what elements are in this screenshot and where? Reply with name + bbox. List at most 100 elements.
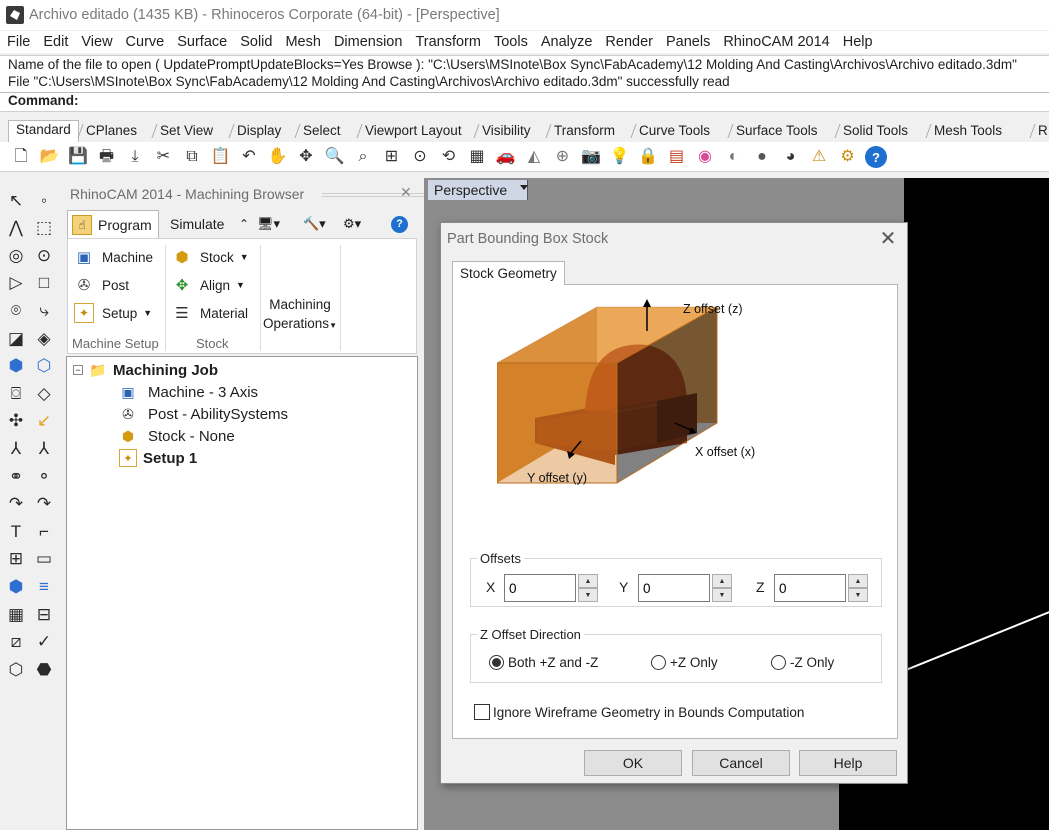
paste-icon[interactable]: 📋 — [210, 146, 232, 168]
x-offset-down-icon[interactable]: ▼ — [578, 588, 598, 602]
analyze-icon[interactable]: ⧄ — [4, 630, 28, 654]
pan-hand-icon[interactable]: ✋ — [267, 146, 289, 168]
mirror-icon[interactable]: ▭ — [32, 547, 56, 571]
circle-icon[interactable]: ◎ — [4, 243, 28, 267]
menu-help[interactable]: Help — [836, 34, 879, 50]
dialog-close-icon[interactable]: ✕ — [877, 226, 899, 251]
menu-rhinocam-2014[interactable]: RhinoCAM 2014 — [716, 34, 835, 50]
menu-transform[interactable]: Transform — [408, 34, 487, 50]
radio-plus-z[interactable]: +Z Only — [651, 655, 718, 670]
render-settings-icon[interactable]: ⚠ — [808, 146, 830, 168]
command-prompt[interactable]: Command: — [8, 92, 1049, 109]
toolbar-tab-solid-tools[interactable]: Solid Tools — [843, 122, 908, 142]
select-arrow-icon[interactable]: ↖ — [4, 188, 28, 212]
construction-plane-icon[interactable]: ⊕ — [552, 146, 574, 168]
print-icon[interactable]: 🖶 — [96, 146, 118, 168]
chamfer-icon[interactable]: ↷ — [32, 492, 56, 516]
menu-render[interactable]: Render — [598, 34, 659, 50]
zoom-selected-icon[interactable]: ⊙ — [409, 146, 431, 168]
browser-display-icon[interactable]: 🖥▾ — [257, 210, 280, 238]
shaded-icon[interactable]: ● — [751, 146, 773, 168]
x-offset-input[interactable] — [504, 574, 576, 602]
menu-curve[interactable]: Curve — [119, 34, 171, 50]
point-icon[interactable]: ◦ — [32, 188, 56, 212]
gear-icon[interactable]: ✣ — [4, 409, 28, 433]
post-button[interactable]: ✇ Post — [74, 275, 129, 295]
copy-icon[interactable]: ⧉ — [181, 146, 203, 168]
align-button[interactable]: ✥ Align ▼ — [172, 275, 245, 295]
help-icon[interactable]: ? — [865, 146, 887, 168]
tree-item-machine[interactable]: ▣ Machine - 3 Axis — [119, 383, 258, 401]
menu-view[interactable]: View — [74, 34, 118, 50]
y-offset-down-icon[interactable]: ▼ — [712, 588, 732, 602]
network-surface-icon[interactable]: ◈ — [32, 326, 56, 350]
menu-solid[interactable]: Solid — [233, 34, 278, 50]
ellipse-icon[interactable]: ⊙ — [32, 243, 56, 267]
menu-surface[interactable]: Surface — [170, 34, 233, 50]
zoom-extents-icon[interactable]: ⊞ — [381, 146, 403, 168]
mesh-icon[interactable]: ⬡ — [4, 657, 28, 681]
setup-button[interactable]: ✦ Setup ▼ — [74, 303, 152, 323]
y-offset-input[interactable] — [638, 574, 710, 602]
toolbar-tab-select[interactable]: Select — [303, 122, 341, 142]
radio-both-z[interactable]: Both +Z and -Z — [489, 655, 598, 670]
toolbar-tab-r[interactable]: R — [1038, 122, 1048, 142]
z-offset-up-icon[interactable]: ▲ — [848, 574, 868, 588]
tab-program[interactable]: ☝ Program — [67, 210, 159, 238]
undo-icon[interactable]: ↶ — [238, 146, 260, 168]
radio-plus-z-dot[interactable] — [651, 655, 666, 670]
cut-icon[interactable]: ✂ — [153, 146, 175, 168]
machine-button[interactable]: ▣ Machine — [74, 247, 153, 267]
cylinder-icon[interactable]: ⌼ — [4, 381, 28, 405]
undo-view-icon[interactable]: ⟲ — [438, 146, 460, 168]
polyline-icon[interactable]: ⋀ — [4, 216, 28, 240]
menu-dimension[interactable]: Dimension — [327, 34, 409, 50]
toolbar-tab-curve-tools[interactable]: Curve Tools — [639, 122, 710, 142]
stock-button[interactable]: ⬢ Stock ▼ — [172, 247, 248, 267]
rectangle-icon[interactable]: □ — [32, 271, 56, 295]
wireframe-icon[interactable]: ◐ — [723, 146, 745, 168]
toolbar-tab-standard[interactable]: Standard — [8, 120, 79, 142]
light-bulb-icon[interactable]: 💡 — [609, 146, 631, 168]
split-icon[interactable]: ⅄ — [4, 436, 28, 460]
options-gear-icon[interactable]: ⚙ — [837, 146, 859, 168]
menu-analyze[interactable]: Analyze — [534, 34, 599, 50]
material-button[interactable]: ☰ Material — [172, 303, 248, 323]
curve-icon[interactable]: ⬚ — [32, 216, 56, 240]
toolbar-tab-mesh-tools[interactable]: Mesh Tools — [934, 122, 1002, 142]
new-file-icon[interactable]: 🗋 — [10, 146, 32, 168]
tools-hammer-icon[interactable]: 🔨▾ — [303, 210, 326, 238]
lock-icon[interactable]: 🔒 — [637, 146, 659, 168]
ignore-wireframe-box[interactable] — [474, 704, 490, 720]
menu-file[interactable]: File — [0, 34, 36, 50]
menu-edit[interactable]: Edit — [36, 34, 74, 50]
collapse-ribbon-icon[interactable]: ⌃ — [239, 210, 249, 238]
rendered-icon[interactable]: ◕ — [780, 146, 802, 168]
sphere-icon[interactable]: ⬡ — [32, 354, 56, 378]
ignore-wireframe-checkbox[interactable]: Ignore Wireframe Geometry in Bounds Comp… — [474, 704, 804, 720]
explode-icon[interactable]: ↙ — [32, 409, 56, 433]
array-icon[interactable]: ⊞ — [4, 547, 28, 571]
polygon-icon[interactable]: ▷ — [4, 271, 28, 295]
surface-icon[interactable]: ◪ — [4, 326, 28, 350]
z-offset-stepper[interactable]: ▲ ▼ — [774, 574, 870, 602]
zoom-window-icon[interactable]: ⌕ — [352, 146, 374, 168]
toolbar-tab-surface-tools[interactable]: Surface Tools — [736, 122, 818, 142]
menu-tools[interactable]: Tools — [487, 34, 534, 50]
tab-simulate[interactable]: Simulate — [170, 210, 224, 238]
browser-close-icon[interactable]: ✕ — [400, 184, 412, 201]
menu-mesh[interactable]: Mesh — [278, 34, 326, 50]
trim-icon[interactable]: ⅄ — [32, 436, 56, 460]
tree-item-post[interactable]: ✇ Post - AbilitySystems — [119, 405, 288, 423]
arc-icon[interactable]: ⌾ — [4, 298, 28, 322]
camera-icon[interactable]: 📷 — [580, 146, 602, 168]
help-button[interactable]: Help — [799, 750, 897, 776]
menu-panels[interactable]: Panels — [659, 34, 716, 50]
toolbar-tab-display[interactable]: Display — [237, 122, 281, 142]
x-offset-stepper[interactable]: ▲ ▼ — [504, 574, 600, 602]
radio-both-z-dot[interactable] — [489, 655, 504, 670]
z-offset-down-icon[interactable]: ▼ — [848, 588, 868, 602]
cancel-button[interactable]: Cancel — [692, 750, 790, 776]
settings-gear-icon[interactable]: ⚙▾ — [343, 210, 361, 238]
four-viewports-icon[interactable]: ▦ — [466, 146, 488, 168]
